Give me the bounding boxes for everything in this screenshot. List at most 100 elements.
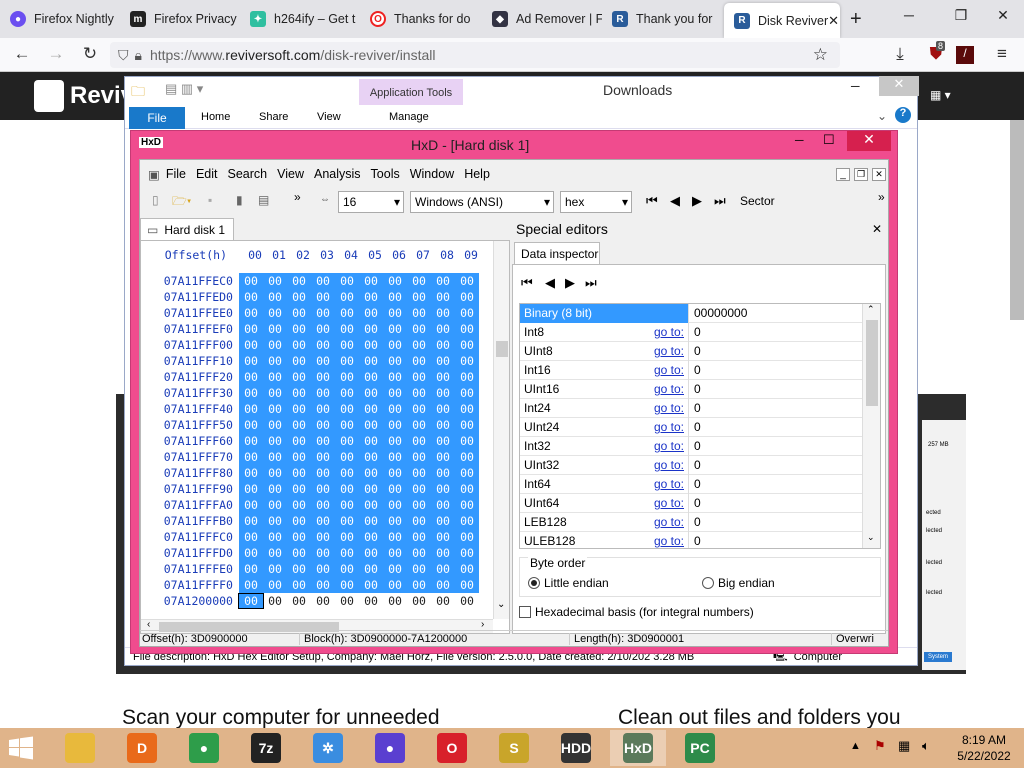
byte-cell[interactable]: 00	[383, 306, 407, 320]
byte-cell[interactable]: 00	[383, 562, 407, 576]
byte-cell[interactable]: 00	[407, 530, 431, 544]
inspector-value[interactable]: 0	[688, 512, 862, 532]
inspector-row[interactable]: ULEB128 go to: 0	[520, 531, 862, 548]
byte-cell[interactable]: 00	[335, 466, 359, 480]
byte-cell[interactable]: 00	[311, 386, 335, 400]
byte-cell[interactable]: 00	[311, 562, 335, 576]
row-bytes[interactable]: 00 00 00 00 00 00 00 00 00 00	[239, 417, 479, 433]
byte-cell[interactable]: 00	[455, 322, 479, 336]
tab-firefox-nightly[interactable]: ● Firefox Nightly	[0, 0, 120, 38]
first-item-icon[interactable]: ⏮	[521, 275, 533, 291]
inspector-row[interactable]: Int32 go to: 0	[520, 436, 862, 456]
byte-cell[interactable]: 00	[455, 530, 479, 544]
byte-cell[interactable]: 00	[263, 322, 287, 336]
byte-cell[interactable]: 00	[431, 514, 455, 528]
row-bytes[interactable]: 00 00 00 00 00 00 00 00 00 00	[239, 353, 479, 369]
byte-cell[interactable]: 00	[263, 546, 287, 560]
close-tab-icon[interactable]: ✕	[828, 13, 839, 29]
byte-cell[interactable]: 00	[431, 402, 455, 416]
row-bytes[interactable]: 00 00 00 00 00 00 00 00 00 00	[239, 433, 479, 449]
base-select[interactable]: hex ▾	[560, 191, 632, 213]
byte-cell[interactable]: 00	[431, 530, 455, 544]
inspector-value[interactable]: 0	[688, 398, 862, 418]
tab-ad-remover[interactable]: ◆ Ad Remover | F	[482, 0, 602, 38]
byte-cell[interactable]: 00	[238, 593, 264, 609]
row-bytes[interactable]: 00 00 00 00 00 00 00 00 00 00	[239, 577, 479, 593]
byte-cell[interactable]: 00	[383, 498, 407, 512]
byte-cell[interactable]: 00	[359, 322, 383, 336]
taskbar-app-icon[interactable]: HxD	[610, 730, 666, 766]
system-clock[interactable]: 8:19 AM 5/22/2022	[954, 732, 1014, 764]
byte-cell[interactable]: 00	[359, 354, 383, 368]
language-flag-icon[interactable]: ▦ ▾	[930, 88, 951, 102]
menu-help[interactable]: Help	[464, 167, 490, 181]
byte-cell[interactable]: 00	[359, 290, 383, 304]
byte-cell[interactable]: 00	[431, 434, 455, 448]
action-center-icon[interactable]: ⚑	[874, 738, 886, 754]
go-to-link[interactable]: go to:	[630, 439, 688, 453]
ribbon-tab-home[interactable]: Home	[201, 111, 230, 123]
mdi-minimize-icon[interactable]: _	[836, 167, 850, 181]
byte-cell[interactable]: 00	[239, 386, 263, 400]
byte-cell[interactable]: 00	[407, 562, 431, 576]
byte-cell[interactable]: 00	[359, 578, 383, 592]
minimize-icon[interactable]: ─	[886, 0, 932, 30]
byte-cell[interactable]: 00	[311, 466, 335, 480]
byte-cell[interactable]: 00	[335, 530, 359, 544]
byte-cell[interactable]: 00	[239, 306, 263, 320]
byte-cell[interactable]: 00	[455, 482, 479, 496]
menu-edit[interactable]: Edit	[196, 167, 218, 181]
byte-cell[interactable]: 00	[383, 546, 407, 560]
row-bytes[interactable]: 00 00 00 00 00 00 00 00 00 00	[239, 289, 479, 305]
inspector-row[interactable]: UInt24 go to: 0	[520, 417, 862, 437]
row-bytes[interactable]: 00 00 00 00 00 00 00 00 00 00	[239, 497, 479, 513]
byte-cell[interactable]: 00	[287, 402, 311, 416]
new-tab-icon[interactable]: +	[844, 0, 874, 38]
byte-cell[interactable]: 00	[383, 370, 407, 384]
byte-cell[interactable]: 00	[431, 306, 455, 320]
byte-cell[interactable]: 00	[431, 498, 455, 512]
byte-cell[interactable]: 00	[359, 450, 383, 464]
byte-cell[interactable]: 00	[287, 386, 311, 400]
byte-cell[interactable]: 00	[287, 306, 311, 320]
big-endian-radio[interactable]: Big endian	[702, 576, 775, 590]
byte-cell[interactable]: 00	[359, 402, 383, 416]
byte-cell[interactable]: 00	[311, 578, 335, 592]
menu-analysis[interactable]: Analysis	[314, 167, 361, 181]
byte-cell[interactable]: 00	[335, 322, 359, 336]
byte-cell[interactable]: 00	[383, 450, 407, 464]
byte-cell[interactable]: 00	[359, 562, 383, 576]
hex-vertical-scrollbar[interactable]: ⌄	[493, 241, 509, 619]
byte-cell[interactable]: 00	[455, 498, 479, 512]
row-bytes[interactable]: 00 00 00 00 00 00 00 00 00 00	[239, 449, 479, 465]
byte-cell[interactable]: 00	[263, 530, 287, 544]
menu-window[interactable]: Window	[410, 167, 454, 181]
byte-cell[interactable]: 00	[431, 290, 455, 304]
byte-cell[interactable]: 00	[335, 578, 359, 592]
byte-cell[interactable]: 00	[407, 418, 431, 432]
byte-cell[interactable]: 00	[407, 450, 431, 464]
taskbar-app-icon[interactable]	[52, 730, 108, 766]
byte-cell[interactable]: 00	[383, 338, 407, 352]
inspector-value[interactable]: 0	[688, 474, 862, 494]
byte-cell[interactable]: 00	[383, 354, 407, 368]
ribbon-tab-share[interactable]: Share	[259, 111, 288, 123]
tab-thank-you[interactable]: R Thank you for	[602, 0, 722, 38]
inspector-row[interactable]: LEB128 go to: 0	[520, 512, 862, 532]
byte-cell[interactable]: 00	[407, 354, 431, 368]
ribbon-tab-manage[interactable]: Manage	[389, 111, 429, 123]
byte-cell[interactable]: 00	[263, 482, 287, 496]
byte-cell[interactable]: 00	[287, 354, 311, 368]
byte-cell[interactable]: 00	[239, 322, 263, 336]
byte-cell[interactable]: 00	[287, 370, 311, 384]
byte-cell[interactable]: 00	[287, 434, 311, 448]
row-bytes[interactable]: 00 00 00 00 00 00 00 00 00 00	[239, 321, 479, 337]
byte-cell[interactable]: 00	[311, 530, 335, 544]
tab-thanks-for-download[interactable]: O Thanks for do	[360, 0, 480, 38]
hxd-minimize-icon[interactable]: ─	[795, 133, 804, 147]
byte-cell[interactable]: 00	[239, 546, 263, 560]
byte-cell[interactable]: 00	[383, 402, 407, 416]
byte-cell[interactable]: 00	[335, 290, 359, 304]
go-to-link[interactable]: go to:	[630, 458, 688, 472]
byte-cell[interactable]: 00	[311, 274, 335, 288]
